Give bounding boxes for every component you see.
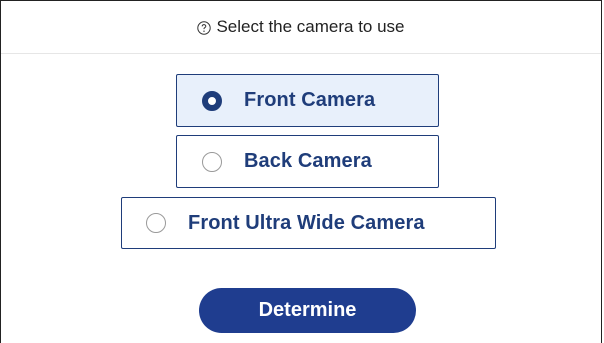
option-label: Front Ultra Wide Camera bbox=[188, 211, 425, 234]
option-label: Front Camera bbox=[244, 89, 376, 111]
dialog-header: Select the camera to use bbox=[1, 1, 601, 54]
radio-unchecked-icon[interactable] bbox=[146, 213, 166, 233]
camera-select-dialog: Select the camera to use Front Camera Ba… bbox=[0, 0, 602, 343]
dialog-title: Select the camera to use bbox=[216, 17, 405, 36]
determine-button[interactable]: Determine bbox=[199, 288, 416, 333]
option-front-ultra-wide-camera[interactable]: Front Ultra Wide Camera bbox=[121, 197, 496, 249]
option-back-camera[interactable]: Back Camera bbox=[176, 135, 439, 188]
question-circle-icon bbox=[197, 20, 212, 35]
option-front-camera[interactable]: Front Camera bbox=[176, 74, 439, 127]
radio-unchecked-icon[interactable] bbox=[202, 151, 222, 172]
radio-checked-icon[interactable] bbox=[202, 90, 222, 111]
option-label: Back Camera bbox=[244, 150, 372, 172]
